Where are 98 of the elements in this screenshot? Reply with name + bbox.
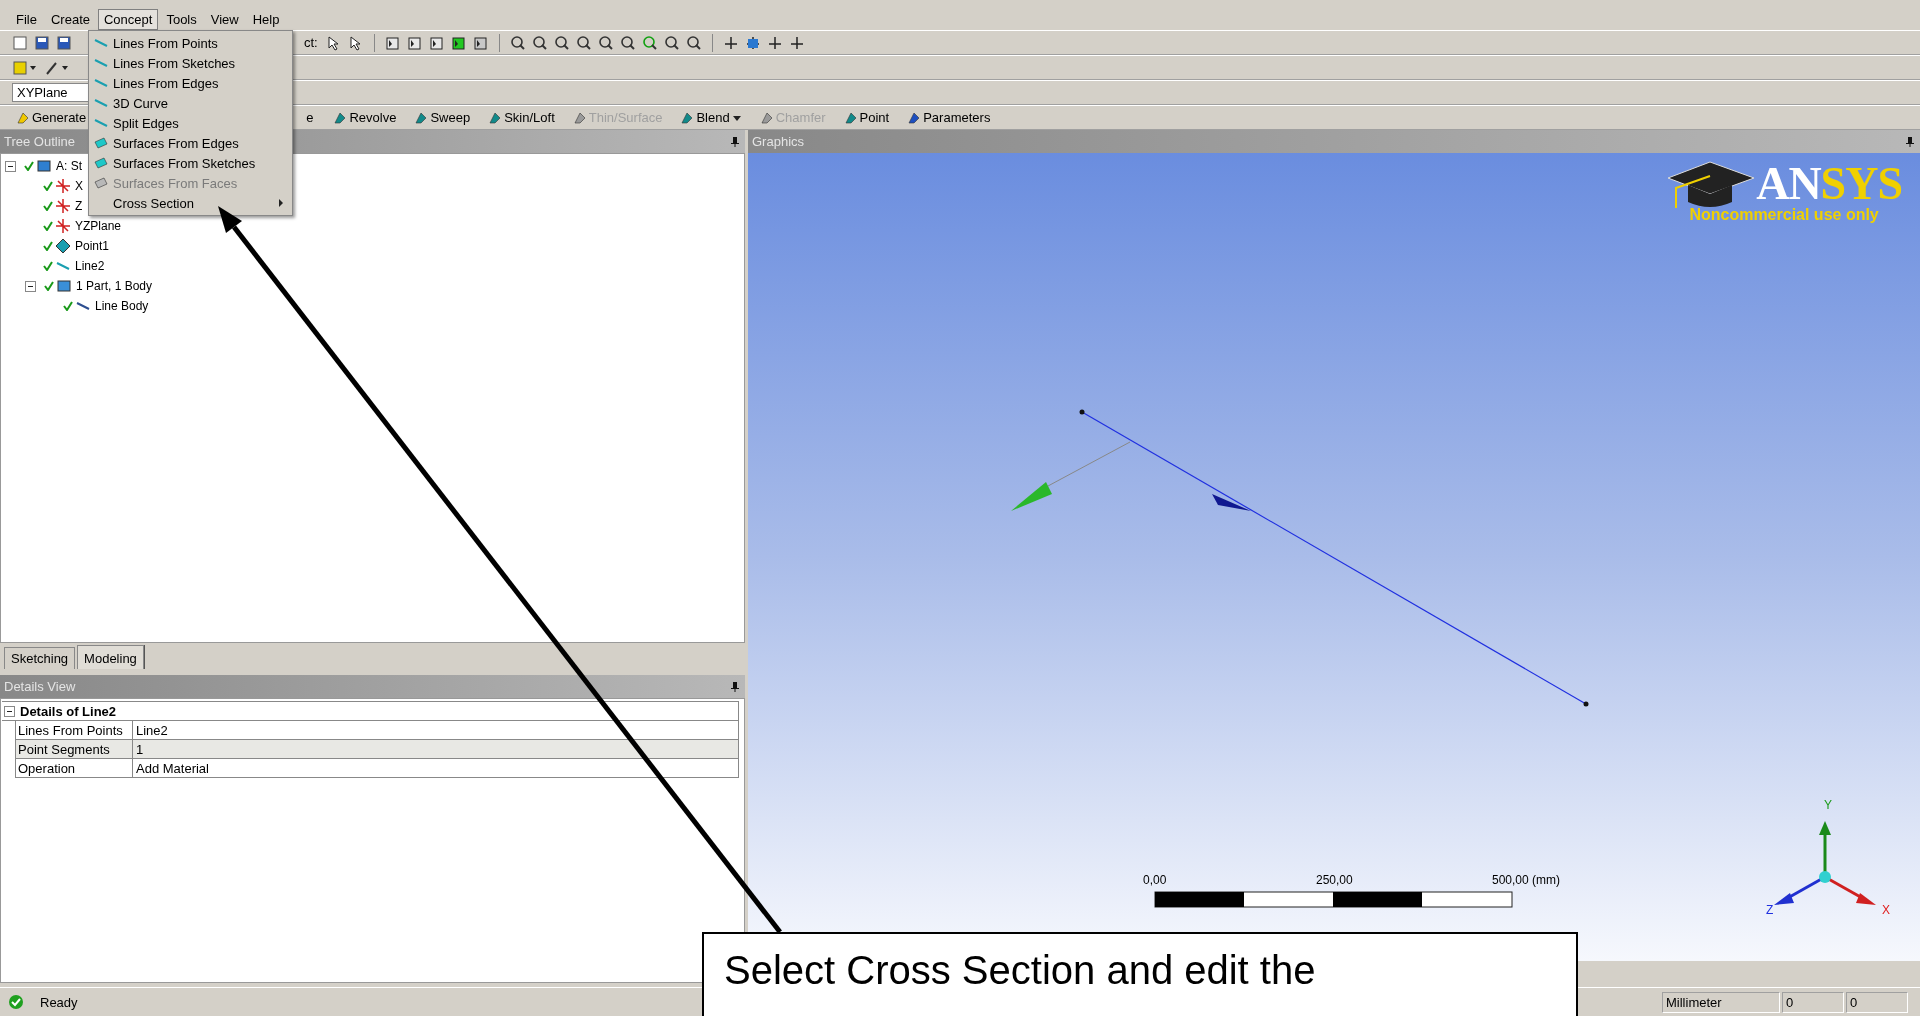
axis-label: Z — [1766, 903, 1774, 917]
plane-node-icon — [55, 218, 71, 234]
select-label: ct: — [304, 35, 318, 50]
tool-icon — [680, 110, 695, 125]
status-field: 0 — [1846, 991, 1908, 1013]
zoom-icon[interactable] — [553, 34, 570, 51]
panel-title: Graphics — [752, 134, 805, 149]
zoom-icon[interactable] — [663, 34, 680, 51]
menu-item[interactable]: Surfaces From Sketches — [89, 153, 292, 173]
line-icon — [93, 56, 109, 70]
ready-check-icon — [8, 994, 24, 1010]
menu-item[interactable]: Lines From Points — [89, 33, 292, 53]
surface-icon — [93, 176, 109, 190]
tool-icon — [16, 110, 30, 125]
menu-item[interactable]: Create — [44, 8, 96, 30]
menu-item[interactable]: Surfaces From Edges — [89, 133, 292, 153]
root-node-icon — [36, 158, 52, 174]
pin-icon[interactable] — [731, 681, 739, 692]
axes-icon[interactable] — [722, 34, 739, 51]
panel-title: Tree Outline — [4, 134, 76, 149]
tree-item[interactable]: 1 Part, 1 Body — [76, 279, 153, 293]
details-heading: Details of Line2 — [19, 703, 117, 719]
tool-icon — [414, 110, 429, 125]
line-icon — [93, 116, 109, 130]
collapse-toggle[interactable] — [4, 705, 15, 717]
direction-cone — [1212, 494, 1251, 511]
feature-button[interactable]: Revolve — [329, 109, 401, 126]
feature-button[interactable]: Skin/Loft — [484, 109, 559, 126]
line-icon — [93, 96, 109, 110]
tool-icon — [488, 110, 503, 125]
property-value[interactable]: Line2 — [133, 722, 168, 738]
collapse-toggle[interactable] — [25, 280, 36, 292]
tool-icon — [572, 110, 587, 125]
plane-node-icon — [55, 178, 71, 194]
scale-label: 0,00 — [1143, 873, 1167, 887]
submenu-arrow-icon — [278, 199, 284, 207]
line-icon — [93, 76, 109, 90]
property-name: Point Segments — [16, 740, 133, 758]
zoom-icon[interactable] — [641, 34, 658, 51]
feature-button[interactable]: Sweep — [410, 109, 475, 126]
menu-item[interactable]: Cross Section — [89, 193, 292, 213]
feature-button[interactable]: Generate — [12, 109, 91, 126]
tool-icon — [843, 110, 858, 125]
plane-node-icon — [55, 198, 71, 214]
feature-button[interactable]: Point — [839, 109, 894, 126]
part-node-icon — [56, 278, 72, 294]
menu-item[interactable]: View — [204, 8, 245, 30]
logo-note: Noncommercial use only — [1689, 206, 1879, 224]
tree-item[interactable]: Line2 — [75, 259, 105, 273]
pin-icon[interactable] — [1906, 136, 1914, 147]
new-file-icon[interactable] — [12, 34, 28, 51]
tab[interactable]: Modeling — [77, 645, 144, 669]
tree-item[interactable]: X — [75, 179, 83, 193]
menu-item[interactable]: Tools — [160, 8, 203, 30]
property-name: Operation — [16, 759, 133, 777]
pin-icon[interactable] — [731, 136, 739, 147]
tool-icon — [907, 110, 922, 125]
zoom-icon[interactable] — [597, 34, 614, 51]
vertex-point — [1583, 701, 1589, 707]
property-name: Lines From Points — [16, 721, 133, 739]
property-value[interactable]: 1 — [133, 741, 144, 757]
menu-item[interactable]: Split Edges — [89, 113, 292, 133]
collapse-toggle[interactable] — [5, 160, 16, 172]
zoom-icon[interactable] — [575, 34, 592, 51]
panel-title: Details View — [4, 679, 76, 694]
tree-item[interactable]: Z — [75, 199, 83, 213]
axis-label: Y — [1824, 798, 1832, 812]
axis-label: X — [1882, 903, 1890, 917]
surface-icon — [93, 156, 109, 170]
menu-item[interactable]: Help — [246, 8, 286, 30]
menu-item[interactable]: Concept — [98, 8, 159, 30]
scale-label: 500,00 (mm) — [1492, 873, 1561, 887]
scale-label: 250,00 — [1316, 873, 1353, 887]
status-field: Millimeter — [1662, 991, 1780, 1013]
point-node-icon — [55, 238, 71, 254]
feature-button[interactable]: Parameters — [903, 109, 995, 126]
surface-icon — [93, 136, 109, 150]
feature-button[interactable]: Blend — [676, 109, 746, 126]
feature-button[interactable]: e — [302, 109, 318, 126]
tree-item[interactable]: YZPlane — [75, 219, 122, 233]
line-icon — [93, 36, 109, 50]
tree-item[interactable]: Line Body — [95, 299, 149, 313]
menu-item[interactable]: Lines From Sketches — [89, 53, 292, 73]
menu-item[interactable]: File — [10, 8, 43, 30]
save-icon[interactable] — [34, 34, 50, 51]
direction-cone — [1011, 482, 1052, 511]
vertex-point — [1079, 409, 1085, 415]
display-mode-icon[interactable] — [12, 59, 38, 76]
status-message: Ready — [40, 994, 78, 1010]
status-field: 0 — [1782, 991, 1844, 1013]
logo-wordmark: ANSYS — [1756, 157, 1902, 209]
save-as-icon[interactable] — [56, 34, 72, 51]
tool-icon — [333, 110, 348, 125]
tree-item[interactable]: Point1 — [75, 239, 110, 253]
tree-item[interactable]: A: St — [56, 159, 82, 173]
property-value[interactable]: Add Material — [133, 760, 209, 776]
tab[interactable]: Sketching — [4, 647, 76, 669]
tool-icon — [759, 110, 774, 125]
